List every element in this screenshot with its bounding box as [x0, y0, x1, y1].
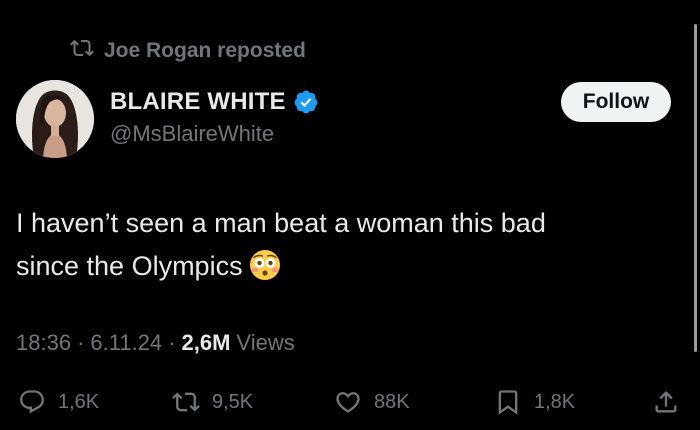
meta-separator: · [77, 330, 85, 355]
tweet-text: I haven’t seen a man beat a woman this b… [16, 202, 676, 288]
heart-icon [334, 388, 362, 416]
repost-icon [70, 36, 94, 66]
reply-button[interactable]: 1,6K [18, 388, 99, 416]
author-handle[interactable]: @MsBlaireWhite [110, 121, 319, 147]
tweet-date[interactable]: 6.11.24 [90, 330, 162, 356]
share-button[interactable] [652, 388, 680, 416]
reply-icon [18, 388, 46, 416]
repost-button[interactable]: 9,5K [172, 388, 253, 416]
like-count: 88K [374, 390, 410, 413]
tweet-line-1: I haven’t seen a man beat a woman this b… [16, 208, 546, 238]
repost-count: 9,5K [212, 390, 254, 413]
verified-badge-icon[interactable] [293, 89, 319, 115]
action-bar: 1,6K 9,5K 88K 1,8K [0, 388, 700, 422]
flushed-face-emoji-icon [249, 249, 281, 281]
bookmark-button[interactable]: 1,8K [494, 388, 575, 416]
share-icon [652, 388, 680, 416]
tweet-time[interactable]: 18:36 [16, 330, 71, 356]
like-button[interactable]: 88K [334, 388, 410, 416]
scrollbar[interactable] [694, 24, 697, 352]
repost-label: Joe Rogan reposted [104, 39, 306, 62]
repost-context[interactable]: Joe Rogan reposted [70, 36, 306, 66]
repost-icon [172, 388, 200, 416]
tweet-line-2-text: since the Olympics [16, 251, 243, 281]
bookmark-icon [494, 388, 522, 416]
views-label: Views [236, 330, 295, 355]
reply-count: 1,6K [58, 390, 100, 413]
meta-separator: · [168, 330, 176, 355]
follow-button[interactable]: Follow [561, 82, 671, 122]
views-count[interactable]: 2,6M [182, 330, 231, 356]
avatar[interactable] [16, 80, 94, 158]
bookmark-count: 1,8K [534, 390, 576, 413]
display-name[interactable]: BLAIRE WHITE [110, 88, 286, 116]
author-block[interactable]: BLAIRE WHITE @MsBlaireWhite [110, 88, 319, 147]
tweet-line-2: since the Olympics [16, 245, 676, 288]
tweet-meta: 18:36 · 6.11.24 · 2,6M Views [16, 330, 295, 356]
